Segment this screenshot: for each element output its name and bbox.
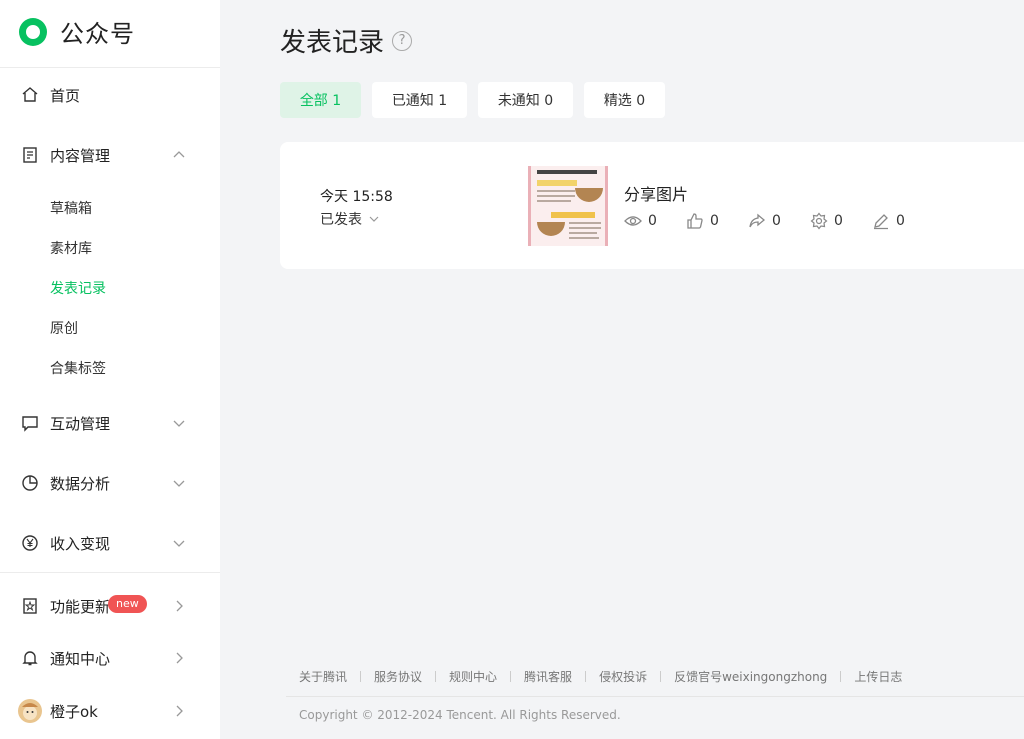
yen-icon bbox=[20, 533, 40, 553]
share-icon bbox=[749, 213, 766, 228]
chevron-right-icon bbox=[176, 600, 183, 612]
chevron-down-icon bbox=[173, 480, 185, 487]
sidebar-item-label: 数据分析 bbox=[50, 474, 111, 493]
publish-record-card: 今天 15:58 已发表 分享图片 0 0 0 0 0 bbox=[280, 142, 1024, 269]
chevron-up-icon bbox=[173, 151, 185, 158]
shares-count: 0 bbox=[772, 213, 781, 229]
footer-separator bbox=[360, 671, 362, 682]
message-icon bbox=[20, 413, 40, 433]
sidebar-item-interaction[interactable]: 互动管理 bbox=[0, 403, 220, 443]
filter-featured[interactable]: 精选 0 bbox=[584, 82, 665, 118]
sidebar-subitem-materials[interactable]: 素材库 bbox=[50, 238, 92, 258]
avatar bbox=[18, 699, 42, 723]
sidebar-item-label: 功能更新 bbox=[50, 597, 111, 616]
footer-link-infringement[interactable]: 侵权投诉 bbox=[599, 668, 647, 685]
book-star-icon bbox=[20, 596, 40, 616]
article-title[interactable]: 分享图片 bbox=[624, 181, 688, 205]
sidebar: 公众号 首页 内容管理 草稿箱 素材库 发表记录 原创 合集标签 互动管理 数据… bbox=[0, 0, 220, 739]
sidebar-item-label: 互动管理 bbox=[50, 414, 111, 433]
app-name: 公众号 bbox=[60, 20, 135, 48]
copyright: Copyright © 2012-2024 Tencent. All Right… bbox=[299, 708, 621, 722]
sidebar-divider bbox=[0, 572, 220, 573]
bell-icon bbox=[20, 648, 40, 668]
document-icon bbox=[20, 145, 40, 165]
footer-links: 关于腾讯 服务协议 规则中心 腾讯客服 侵权投诉 反馈官号weixingongz… bbox=[299, 668, 902, 685]
footer-link-upload-log[interactable]: 上传日志 bbox=[854, 668, 902, 685]
stat-shares: 0 bbox=[748, 212, 810, 230]
page-title-text: 发表记录 bbox=[280, 28, 385, 58]
recommend-icon bbox=[810, 212, 828, 230]
footer-link-feedback[interactable]: 反馈官号weixingongzhong bbox=[674, 668, 827, 685]
stat-recommends: 0 bbox=[810, 212, 872, 230]
sidebar-divider bbox=[0, 67, 220, 68]
chevron-right-icon bbox=[176, 705, 183, 717]
sidebar-item-label: 橙子ok bbox=[50, 702, 98, 721]
footer-link-about[interactable]: 关于腾讯 bbox=[299, 668, 347, 685]
new-badge: new bbox=[108, 595, 147, 613]
footer-separator bbox=[840, 671, 842, 682]
sidebar-subitem-drafts[interactable]: 草稿箱 bbox=[50, 198, 92, 218]
sidebar-item-revenue[interactable]: 收入变现 bbox=[0, 523, 220, 563]
filter-all[interactable]: 全部 1 bbox=[280, 82, 361, 118]
sidebar-subitem-original[interactable]: 原创 bbox=[50, 318, 78, 338]
help-icon[interactable]: ? bbox=[392, 30, 413, 51]
filter-notified[interactable]: 已通知 1 bbox=[372, 82, 467, 118]
footer-divider bbox=[286, 696, 1024, 697]
views-count: 0 bbox=[648, 213, 657, 229]
publish-status-dropdown[interactable]: 已发表 bbox=[320, 209, 380, 229]
chevron-down-icon bbox=[173, 420, 185, 427]
likes-count: 0 bbox=[710, 213, 719, 229]
home-icon bbox=[20, 85, 40, 105]
sidebar-subitem-publish-records[interactable]: 发表记录 bbox=[50, 278, 106, 298]
recommends-count: 0 bbox=[834, 213, 843, 229]
footer-separator bbox=[510, 671, 512, 682]
sidebar-subitem-collections[interactable]: 合集标签 bbox=[50, 358, 106, 378]
sidebar-item-home[interactable]: 首页 bbox=[0, 75, 220, 115]
publish-status: 已发表 bbox=[320, 212, 362, 228]
sidebar-item-analytics[interactable]: 数据分析 bbox=[0, 463, 220, 503]
sidebar-item-content-management[interactable]: 内容管理 bbox=[0, 135, 220, 175]
chevron-down-icon bbox=[369, 216, 379, 222]
chevron-down-icon bbox=[173, 540, 185, 547]
publish-time: 今天 15:58 bbox=[320, 189, 393, 205]
stat-likes: 0 bbox=[686, 212, 748, 230]
pie-chart-icon bbox=[20, 473, 40, 493]
sidebar-item-label: 首页 bbox=[50, 86, 81, 105]
comments-count: 0 bbox=[896, 213, 905, 229]
footer-separator bbox=[660, 671, 662, 682]
wechat-official-logo-icon bbox=[19, 17, 47, 46]
footer-separator bbox=[585, 671, 587, 682]
chevron-right-icon bbox=[176, 652, 183, 664]
footer-link-rules[interactable]: 规则中心 bbox=[449, 668, 497, 685]
page-title: 发表记录 ? bbox=[280, 22, 413, 59]
eye-icon bbox=[624, 216, 642, 226]
footer-separator bbox=[435, 671, 437, 682]
stat-views: 0 bbox=[624, 212, 686, 230]
sidebar-item-label: 收入变现 bbox=[50, 534, 111, 553]
thumbs-up-icon bbox=[687, 213, 703, 229]
pen-icon bbox=[874, 214, 888, 230]
stat-comments: 0 bbox=[872, 212, 934, 230]
article-stats: 0 0 0 0 0 bbox=[624, 212, 934, 230]
filter-not-notified[interactable]: 未通知 0 bbox=[478, 82, 573, 118]
footer-link-service-agreement[interactable]: 服务协议 bbox=[374, 668, 422, 685]
sidebar-item-account[interactable]: 橙子ok bbox=[0, 691, 220, 731]
article-thumbnail[interactable] bbox=[528, 166, 608, 246]
sidebar-item-label: 通知中心 bbox=[50, 649, 111, 668]
sidebar-item-notifications[interactable]: 通知中心 bbox=[0, 638, 220, 678]
sidebar-item-feature-updates[interactable]: 功能更新 new bbox=[0, 586, 220, 626]
logo[interactable]: 公众号 bbox=[16, 14, 135, 49]
footer-link-support[interactable]: 腾讯客服 bbox=[524, 668, 572, 685]
sidebar-item-label: 内容管理 bbox=[50, 146, 111, 165]
